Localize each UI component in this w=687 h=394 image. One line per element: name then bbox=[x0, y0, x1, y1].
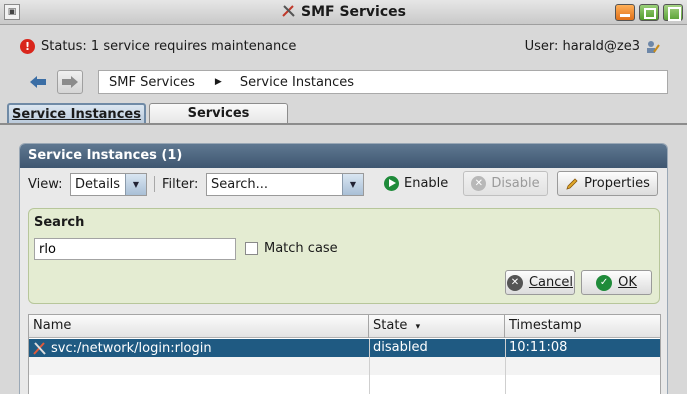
table-header: Name State ▾ Timestamp bbox=[29, 315, 660, 338]
disable-icon: ✕ bbox=[471, 176, 487, 191]
table-row[interactable]: svc:/network/login:rlogin disabled 10:11… bbox=[29, 339, 660, 357]
panel-title: Service Instances (1) bbox=[20, 144, 667, 168]
breadcrumb-item-smf-services[interactable]: SMF Services bbox=[109, 75, 195, 90]
title-bar: ▣ SMF Services bbox=[0, 0, 687, 25]
view-label: View: bbox=[28, 177, 63, 192]
ok-button[interactable]: ✓ OK bbox=[581, 270, 652, 295]
tab-label: Service Instances bbox=[12, 107, 141, 122]
maximize-icon[interactable] bbox=[639, 4, 659, 21]
checkbox-box[interactable] bbox=[245, 242, 258, 255]
dropdown-arrow-icon: ▼ bbox=[125, 174, 146, 195]
cell-name: svc:/network/login:rlogin bbox=[29, 339, 369, 357]
empty-row bbox=[29, 357, 660, 375]
back-button[interactable] bbox=[25, 70, 51, 94]
tools-icon bbox=[282, 5, 295, 17]
cancel-icon: ✕ bbox=[506, 274, 523, 291]
toolbar-divider bbox=[154, 176, 155, 192]
forward-button[interactable] bbox=[57, 70, 83, 94]
tab-label: Services bbox=[187, 106, 250, 121]
tab-divider bbox=[0, 123, 687, 125]
disable-label: Disable bbox=[491, 176, 540, 191]
state-label: State bbox=[373, 318, 408, 333]
tab-services[interactable]: Services bbox=[149, 103, 288, 124]
service-instances-panel: Service Instances (1) View: Details ▼ Fi… bbox=[19, 143, 668, 394]
window-title-wrap: SMF Services bbox=[0, 4, 687, 20]
status-bar: ! Status: 1 service requires maintenance bbox=[20, 39, 296, 54]
view-value: Details bbox=[75, 177, 121, 192]
match-case-label: Match case bbox=[264, 241, 338, 256]
filter-select[interactable]: Search... ▼ bbox=[206, 173, 364, 196]
search-input[interactable] bbox=[34, 238, 236, 260]
tab-service-instances[interactable]: Service Instances bbox=[7, 103, 146, 124]
breadcrumb: SMF Services ▶ Service Instances bbox=[98, 70, 668, 94]
ok-icon: ✓ bbox=[596, 274, 613, 291]
column-divider bbox=[369, 339, 370, 394]
column-header-timestamp[interactable]: Timestamp bbox=[505, 315, 662, 338]
column-header-name[interactable]: Name bbox=[29, 315, 369, 338]
user-edit-icon[interactable] bbox=[646, 40, 660, 54]
search-box: Search Match case ✕ Cancel ✓ OK bbox=[28, 208, 660, 304]
close-icon[interactable] bbox=[663, 4, 683, 21]
dropdown-arrow-icon: ▼ bbox=[342, 174, 363, 195]
user-info: User: harald@ze3 bbox=[525, 39, 660, 54]
properties-button[interactable]: Properties bbox=[557, 171, 658, 196]
filter-label: Filter: bbox=[162, 177, 199, 192]
enable-button[interactable]: Enable bbox=[384, 176, 448, 191]
back-arrow-icon bbox=[30, 76, 46, 88]
column-divider bbox=[505, 339, 506, 394]
cancel-label: Cancel bbox=[528, 275, 574, 290]
window-title: SMF Services bbox=[301, 4, 406, 20]
warning-icon: ! bbox=[20, 39, 35, 54]
service-tools-icon bbox=[33, 341, 46, 355]
sort-descending-icon: ▾ bbox=[415, 322, 421, 332]
instances-table: Name State ▾ Timestamp svc:/network/logi… bbox=[28, 314, 661, 394]
column-header-state[interactable]: State ▾ bbox=[369, 315, 505, 338]
match-case-checkbox[interactable]: Match case bbox=[245, 241, 338, 256]
pencil-icon bbox=[566, 177, 578, 190]
breadcrumb-item-service-instances[interactable]: Service Instances bbox=[240, 75, 354, 90]
enable-icon bbox=[384, 176, 399, 191]
cell-timestamp: 10:11:08 bbox=[509, 340, 568, 355]
ok-label: OK bbox=[618, 275, 637, 290]
forward-arrow-icon bbox=[62, 76, 78, 88]
disable-button[interactable]: ✕ Disable bbox=[463, 171, 548, 196]
enable-label: Enable bbox=[404, 176, 449, 191]
view-select[interactable]: Details ▼ bbox=[70, 173, 147, 196]
search-title: Search bbox=[34, 215, 85, 230]
filter-value: Search... bbox=[211, 177, 269, 192]
breadcrumb-separator-icon: ▶ bbox=[214, 77, 222, 87]
toolbar: View: Details ▼ Filter: Search... ▼ Enab… bbox=[20, 170, 667, 200]
service-name: svc:/network/login:rlogin bbox=[51, 340, 212, 356]
properties-label: Properties bbox=[584, 176, 650, 191]
cancel-button[interactable]: ✕ Cancel bbox=[505, 270, 575, 295]
user-label: User: harald@ze3 bbox=[524, 39, 640, 54]
cell-state: disabled bbox=[373, 340, 428, 355]
status-text: Status: 1 service requires maintenance bbox=[41, 39, 297, 54]
minimize-icon[interactable] bbox=[615, 4, 635, 21]
